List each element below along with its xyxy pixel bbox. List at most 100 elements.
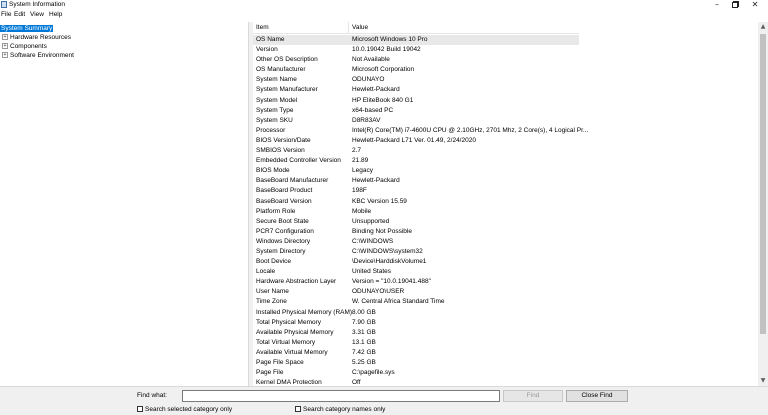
table-row[interactable]: Available Physical Memory 3.31 GB xyxy=(253,328,579,338)
scroll-thumb[interactable] xyxy=(760,34,766,334)
row-value: W. Central Africa Standard Time xyxy=(352,298,445,306)
row-value: x64-based PC xyxy=(352,106,394,114)
checkbox-box[interactable] xyxy=(137,405,143,412)
row-item: Windows Directory xyxy=(256,237,311,245)
category-tree: System Summary + Hardware Resources + Comp… xyxy=(0,22,249,386)
tree-item-label: Hardware Resources xyxy=(10,34,72,41)
scroll-down-arrow-icon[interactable]: ▼ xyxy=(758,376,768,386)
row-item: PCR7 Configuration xyxy=(256,227,314,235)
table-row[interactable]: Platform Role Mobile xyxy=(253,207,579,217)
row-item: Available Virtual Memory xyxy=(256,348,328,356)
table-row[interactable]: Time Zone W. Central Africa Standard Time xyxy=(253,297,579,307)
row-item: Locale xyxy=(256,268,276,276)
menu-file[interactable]: File xyxy=(1,11,11,19)
table-row[interactable]: OS Name Microsoft Windows 10 Pro xyxy=(253,35,579,46)
expand-icon[interactable]: + xyxy=(2,42,8,49)
row-item: Total Virtual Memory xyxy=(256,338,316,346)
table-row[interactable]: Total Physical Memory 7.90 GB xyxy=(253,318,579,328)
table-row[interactable]: Total Virtual Memory 13.1 GB xyxy=(253,338,579,348)
checkbox-label: Search category names only xyxy=(303,406,386,413)
row-value: Off xyxy=(352,379,361,386)
column-header-item[interactable]: Item xyxy=(256,24,269,32)
table-row[interactable]: BIOS Mode Legacy xyxy=(253,166,579,176)
row-value: Intel(R) Core(TM) i7-4600U CPU @ 2.10GHz… xyxy=(352,126,589,134)
table-row[interactable]: System Name ODUNAYO xyxy=(253,75,579,85)
vertical-scrollbar[interactable]: ▲ ▼ xyxy=(758,22,768,386)
tree-item-system-summary[interactable]: System Summary xyxy=(0,24,54,33)
row-item: BaseBoard Manufacturer xyxy=(256,177,329,185)
row-item: Page File xyxy=(256,369,284,377)
row-item: Available Physical Memory xyxy=(256,328,334,336)
close-find-button[interactable]: Close Find xyxy=(566,390,628,402)
row-item: System Directory xyxy=(256,247,306,255)
find-input[interactable] xyxy=(182,390,500,402)
table-row[interactable]: Processor Intel(R) Core(TM) i7-4600U CPU … xyxy=(253,126,588,136)
tree-item-software-environment[interactable]: + Software Environment xyxy=(0,51,74,60)
table-row[interactable]: BaseBoard Version KBC Version 15.59 xyxy=(253,197,579,207)
checkbox-box[interactable] xyxy=(295,405,301,412)
table-row[interactable]: Installed Physical Memory (RAM) 8.00 GB xyxy=(253,308,579,318)
table-row[interactable]: Windows Directory C:\WINDOWS xyxy=(253,237,579,247)
find-label: Find what: xyxy=(137,392,167,399)
search-category-names-checkbox[interactable]: Search category names only xyxy=(295,405,385,414)
row-item: OS Name xyxy=(256,36,285,43)
table-row[interactable]: System Manufacturer Hewlett-Packard xyxy=(253,85,579,95)
checkbox-label: Search selected category only xyxy=(145,406,233,413)
menu-help[interactable]: Help xyxy=(49,11,62,19)
tree-item-components[interactable]: + Components xyxy=(0,42,47,51)
row-value: 13.1 GB xyxy=(352,338,376,346)
table-row[interactable]: BaseBoard Product 198F xyxy=(253,186,579,196)
row-item: Processor xyxy=(256,126,286,134)
table-row[interactable]: System Model HP EliteBook 840 G1 xyxy=(253,96,579,106)
row-value: Legacy xyxy=(352,167,373,175)
table-row[interactable]: Kernel DMA Protection Off xyxy=(253,378,579,386)
column-header-value[interactable]: Value xyxy=(352,24,368,32)
table-row[interactable]: System Type x64-based PC xyxy=(253,106,579,116)
menu-edit[interactable]: Edit xyxy=(14,11,25,19)
table-row[interactable]: User Name ODUNAYO\USER xyxy=(253,287,579,297)
scroll-up-arrow-icon[interactable]: ▲ xyxy=(758,22,768,32)
row-item: Platform Role xyxy=(256,207,296,215)
column-divider[interactable] xyxy=(348,22,349,34)
table-row[interactable]: Page File C:\pagefile.sys xyxy=(253,368,579,378)
table-row[interactable]: System SKU D8R83AV xyxy=(253,116,579,126)
table-row[interactable]: Page File Space 5.25 GB xyxy=(253,358,579,368)
row-item: System Name xyxy=(256,76,297,84)
table-row[interactable]: Version 10.0.19042 Build 19042 xyxy=(253,45,579,55)
close-button[interactable]: ✕ xyxy=(748,0,762,10)
minimize-button[interactable]: – xyxy=(710,0,724,10)
row-value: 10.0.19042 Build 19042 xyxy=(352,46,421,54)
column-header-row: Item Value xyxy=(253,22,579,34)
row-value: ODUNAYO\USER xyxy=(352,288,405,296)
row-value: ODUNAYO xyxy=(352,76,385,84)
table-row[interactable]: Locale United States xyxy=(253,267,579,277)
table-row[interactable]: PCR7 Configuration Binding Not Possible xyxy=(253,227,579,237)
menu-view[interactable]: View xyxy=(30,11,44,19)
find-bar: Find what: Find Close Find Search select… xyxy=(0,386,768,415)
table-row[interactable]: Secure Boot State Unsupported xyxy=(253,217,579,227)
table-row[interactable]: Other OS Description Not Available xyxy=(253,55,579,65)
row-item: Page File Space xyxy=(256,359,304,366)
tree-item-hardware-resources[interactable]: + Hardware Resources xyxy=(0,33,71,42)
row-value: C:\pagefile.sys xyxy=(352,369,395,377)
table-row[interactable]: BaseBoard Manufacturer Hewlett-Packard xyxy=(253,176,579,186)
find-button[interactable]: Find xyxy=(503,390,563,402)
row-value: 7.42 GB xyxy=(352,348,376,356)
row-value: Microsoft Windows 10 Pro xyxy=(352,36,428,43)
row-value: Unsupported xyxy=(352,217,390,225)
table-row[interactable]: BIOS Version/Date Hewlett-Packard L71 Ver… xyxy=(253,136,579,146)
search-selected-category-checkbox[interactable]: Search selected category only xyxy=(137,405,232,414)
row-value: Microsoft Corporation xyxy=(352,66,415,74)
maximize-button[interactable] xyxy=(728,0,742,10)
expand-icon[interactable]: + xyxy=(2,51,8,58)
table-row[interactable]: OS Manufacturer Microsoft Corporation xyxy=(253,65,579,75)
table-row[interactable]: System Directory C:\WINDOWS\system32 xyxy=(253,247,579,257)
row-item: OS Manufacturer xyxy=(256,66,306,74)
table-row[interactable]: SMBIOS Version 2.7 xyxy=(253,146,579,156)
table-row[interactable]: Available Virtual Memory 7.42 GB xyxy=(253,348,579,358)
table-row[interactable]: Embedded Controller Version 21.89 xyxy=(253,156,579,166)
table-row[interactable]: Boot Device \Device\HarddiskVolume1 xyxy=(253,257,579,267)
table-row[interactable]: Hardware Abstraction Layer Version = "10.… xyxy=(253,277,579,287)
row-value: Version = "10.0.19041.488" xyxy=(352,278,431,286)
expand-icon[interactable]: + xyxy=(2,33,8,40)
